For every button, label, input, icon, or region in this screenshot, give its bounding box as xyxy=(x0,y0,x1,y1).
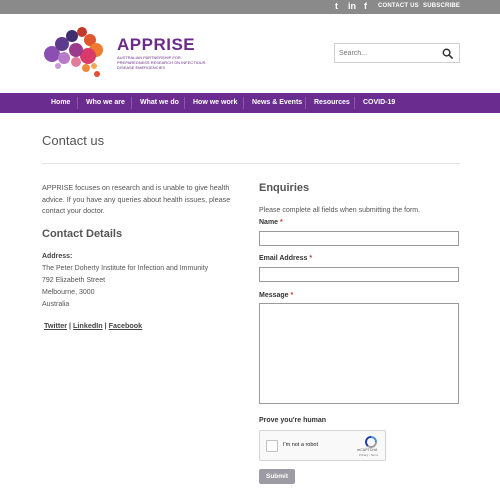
page-title: Contact us xyxy=(42,133,105,148)
recaptcha-widget: I'm not a robot reCAPTCHA Privacy - Term… xyxy=(259,430,386,461)
address-line: Melbourne, 3000 xyxy=(42,289,95,296)
nav-how-we-work[interactable]: How we work xyxy=(193,93,237,113)
message-field[interactable] xyxy=(259,303,459,404)
nav-divider xyxy=(184,97,185,109)
nav-home[interactable]: Home xyxy=(51,93,70,113)
nav-who-we-are[interactable]: Who we are xyxy=(86,93,125,113)
nav-divider xyxy=(243,97,244,109)
twitter-link[interactable]: Twitter xyxy=(44,321,67,330)
apprise-logo-icon[interactable] xyxy=(42,22,106,78)
submit-button[interactable]: Submit xyxy=(259,469,295,484)
nav-resources[interactable]: Resources xyxy=(314,93,350,113)
nav-divider xyxy=(354,97,355,109)
name-label-text: Name xyxy=(259,219,279,226)
nav-news-events[interactable]: News & Events xyxy=(252,93,302,113)
linkedin-icon[interactable]: in xyxy=(348,1,356,11)
brand-name[interactable]: APPRISE xyxy=(117,35,195,55)
search-input[interactable] xyxy=(339,47,437,60)
brand-tagline: Australian Partnership for Preparedness … xyxy=(117,55,206,70)
required-marker: * xyxy=(280,219,283,226)
name-field[interactable] xyxy=(259,231,459,246)
name-label: Name * xyxy=(259,219,283,226)
subscribe-link[interactable]: SUBSCRIBE xyxy=(423,3,460,9)
email-label: Email Address * xyxy=(259,255,312,262)
divider xyxy=(42,163,460,164)
captcha-checkbox[interactable] xyxy=(266,440,278,452)
required-marker: * xyxy=(290,292,294,299)
email-label-text: Email Address xyxy=(259,255,308,262)
linkedin-link[interactable]: LinkedIn xyxy=(73,321,103,330)
search-box xyxy=(334,43,460,63)
recaptcha-logo-icon xyxy=(365,436,377,448)
message-label: Message * xyxy=(259,292,293,299)
captcha-terms[interactable]: Privacy - Terms xyxy=(359,453,378,457)
link-separator: | xyxy=(104,321,107,330)
contact-details-heading: Contact Details xyxy=(42,228,123,240)
twitter-icon[interactable]: t xyxy=(335,1,338,11)
captcha-brand: reCAPTCHA xyxy=(357,448,378,452)
address-label: Address: xyxy=(42,253,73,260)
facebook-icon[interactable]: f xyxy=(364,1,367,11)
form-instructions: Please complete all fields when submitti… xyxy=(259,207,421,214)
main-nav: Home Who we are What we do How we work N… xyxy=(0,93,500,113)
prove-human-label: Prove you're human xyxy=(259,417,327,424)
facebook-link[interactable]: Facebook xyxy=(109,321,143,330)
social-links: Twitter | LinkedIn | Facebook xyxy=(44,321,142,330)
site-header: APPRISE Australian Partnership for Prepa… xyxy=(0,14,500,93)
email-field[interactable] xyxy=(259,267,459,282)
required-marker: * xyxy=(309,255,313,262)
nav-divider xyxy=(77,97,78,109)
nav-divider xyxy=(131,97,132,109)
address-line: 792 Elizabeth Street xyxy=(42,277,106,284)
link-separator: | xyxy=(69,321,72,330)
message-label-text: Message xyxy=(259,292,289,299)
nav-divider xyxy=(305,97,306,109)
nav-covid-19[interactable]: COVID-19 xyxy=(363,93,395,113)
captcha-label: I'm not a robot xyxy=(283,442,318,448)
address-line: The Peter Doherty Institute for Infectio… xyxy=(42,265,209,272)
top-utility-bar: t in f CONTACT US SUBSCRIBE xyxy=(0,0,500,14)
enquiries-heading: Enquiries xyxy=(259,182,310,194)
nav-what-we-do[interactable]: What we do xyxy=(140,93,179,113)
search-icon[interactable] xyxy=(442,48,453,59)
intro-text: APPRISE focuses on research and is unabl… xyxy=(42,183,231,215)
contact-us-link[interactable]: CONTACT US xyxy=(378,3,419,9)
address-line: Australia xyxy=(42,301,70,308)
